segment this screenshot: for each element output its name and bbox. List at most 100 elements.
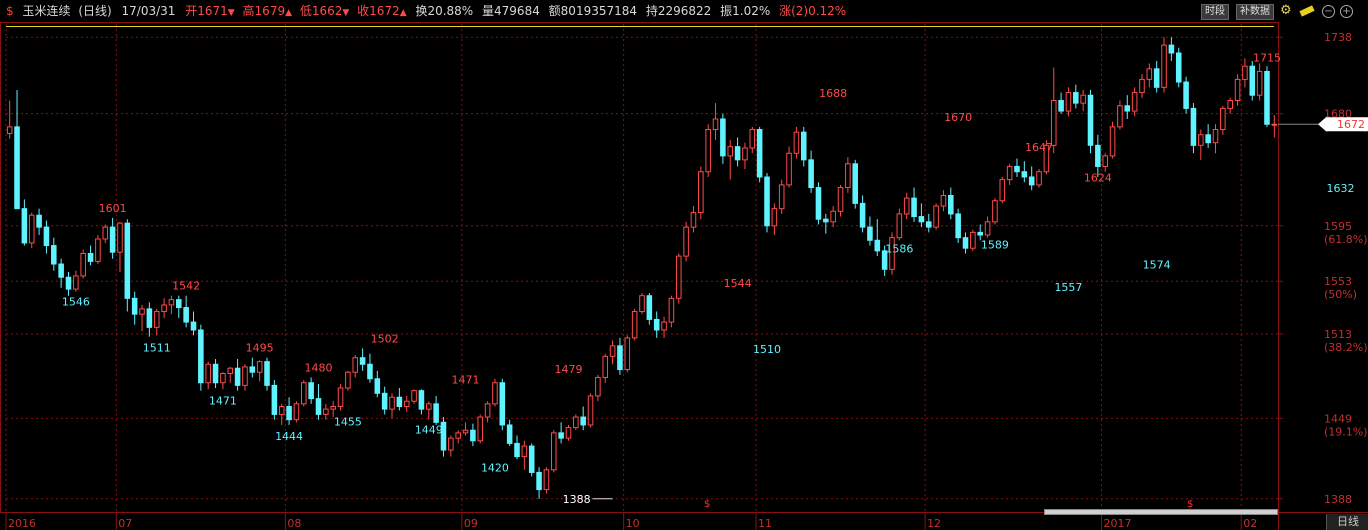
- candle-body[interactable]: [1058, 99, 1064, 112]
- candle-body[interactable]: [146, 308, 153, 328]
- candle-body[interactable]: [712, 118, 719, 131]
- candle-body[interactable]: [521, 445, 528, 458]
- candle-body[interactable]: [1161, 44, 1167, 88]
- candle-body[interactable]: [1021, 171, 1028, 178]
- candle-body[interactable]: [161, 304, 167, 313]
- candle-body[interactable]: [1065, 92, 1072, 112]
- candle-body[interactable]: [308, 382, 314, 400]
- candle-body[interactable]: [183, 307, 189, 323]
- candle-body[interactable]: [830, 210, 836, 223]
- candle-body[interactable]: [999, 179, 1006, 202]
- candle-body[interactable]: [58, 263, 64, 278]
- candle-body[interactable]: [381, 392, 388, 410]
- candle-body[interactable]: [764, 176, 770, 227]
- candle-body[interactable]: [1220, 107, 1226, 131]
- candle-body[interactable]: [624, 337, 631, 371]
- candle-body[interactable]: [301, 382, 307, 405]
- candle-body[interactable]: [396, 396, 403, 407]
- candle-body[interactable]: [771, 208, 778, 227]
- candle-body[interactable]: [925, 221, 932, 228]
- candle-body[interactable]: [727, 146, 734, 157]
- candle-body[interactable]: [1073, 92, 1079, 104]
- candle-body[interactable]: [661, 321, 667, 331]
- candle-body[interactable]: [477, 416, 484, 442]
- candle-body[interactable]: [903, 197, 910, 215]
- candle-body[interactable]: [345, 371, 351, 389]
- candle-body[interactable]: [359, 357, 366, 365]
- candle-body[interactable]: [330, 405, 336, 410]
- candle-body[interactable]: [528, 445, 535, 473]
- candle-body[interactable]: [631, 311, 638, 339]
- candle-body[interactable]: [565, 427, 572, 439]
- candle-body[interactable]: [808, 159, 814, 189]
- candle-body[interactable]: [102, 226, 109, 240]
- candle-body[interactable]: [1183, 81, 1189, 109]
- candle-body[interactable]: [756, 129, 763, 178]
- candle-body[interactable]: [6, 126, 13, 134]
- time-period-button[interactable]: 时段: [1201, 4, 1229, 20]
- candle-body[interactable]: [1168, 44, 1175, 54]
- candle-body[interactable]: [87, 252, 94, 262]
- candle-body[interactable]: [153, 311, 160, 328]
- candle-body[interactable]: [1146, 68, 1153, 80]
- candle-body[interactable]: [499, 382, 506, 426]
- candle-body[interactable]: [234, 367, 241, 386]
- candle-body[interactable]: [800, 131, 807, 161]
- candle-body[interactable]: [675, 255, 682, 299]
- candle-body[interactable]: [462, 429, 469, 434]
- candle-body[interactable]: [271, 384, 278, 415]
- candle-body[interactable]: [543, 469, 550, 491]
- candle-body[interactable]: [977, 231, 983, 236]
- candle-body[interactable]: [433, 403, 439, 423]
- candle-body[interactable]: [720, 118, 726, 157]
- candle-body[interactable]: [411, 390, 417, 402]
- candle-body[interactable]: [1175, 52, 1182, 83]
- candle-body[interactable]: [21, 208, 28, 244]
- candle-body[interactable]: [374, 378, 381, 394]
- candle-body[interactable]: [1256, 70, 1263, 96]
- candle-body[interactable]: [992, 200, 998, 223]
- candle-body[interactable]: [602, 355, 609, 378]
- candle-body[interactable]: [1124, 105, 1131, 112]
- candle-body[interactable]: [1036, 171, 1042, 186]
- candle-body[interactable]: [793, 131, 800, 154]
- candle-body[interactable]: [352, 357, 359, 373]
- candle-body[interactable]: [1080, 94, 1086, 104]
- candle-body[interactable]: [867, 226, 873, 241]
- period-tab[interactable]: 日线: [1326, 514, 1368, 530]
- candle-body[interactable]: [1131, 92, 1138, 112]
- event-marker[interactable]: $: [704, 499, 710, 511]
- candle-body[interactable]: [242, 366, 248, 386]
- candle-body[interactable]: [1271, 123, 1278, 126]
- candle-body[interactable]: [484, 403, 491, 418]
- candle-body[interactable]: [1190, 107, 1197, 146]
- candle-body[interactable]: [749, 129, 756, 149]
- candle-body[interactable]: [580, 416, 586, 426]
- candle-body[interactable]: [815, 187, 822, 220]
- candle-body[interactable]: [293, 403, 300, 421]
- candle-body[interactable]: [367, 363, 373, 380]
- candle-body[interactable]: [43, 226, 50, 247]
- candle-body[interactable]: [506, 424, 513, 444]
- candle-body[interactable]: [212, 363, 219, 384]
- candle-body[interactable]: [698, 171, 704, 214]
- candle-body[interactable]: [1014, 165, 1020, 173]
- candle-body[interactable]: [948, 194, 954, 215]
- candle-body[interactable]: [918, 216, 925, 223]
- candle-body[interactable]: [323, 408, 329, 415]
- candle-body[interactable]: [418, 390, 425, 410]
- candle-body[interactable]: [742, 147, 748, 161]
- candle-body[interactable]: [286, 405, 292, 421]
- candle-body[interactable]: [734, 146, 741, 161]
- candle-body[interactable]: [1087, 94, 1094, 146]
- candle-body[interactable]: [389, 396, 395, 410]
- candle-body[interactable]: [845, 163, 851, 189]
- candle-body[interactable]: [823, 218, 829, 223]
- candle-body[interactable]: [639, 295, 645, 313]
- candle-body[interactable]: [249, 366, 256, 373]
- candle-body[interactable]: [65, 276, 72, 290]
- candle-body[interactable]: [514, 442, 520, 458]
- candlestick-chart[interactable]: 17381680(80.9%)1595(61.8%)1553(50%)1513(…: [0, 0, 1368, 530]
- candle-body[interactable]: [940, 194, 947, 207]
- candle-body[interactable]: [837, 187, 844, 212]
